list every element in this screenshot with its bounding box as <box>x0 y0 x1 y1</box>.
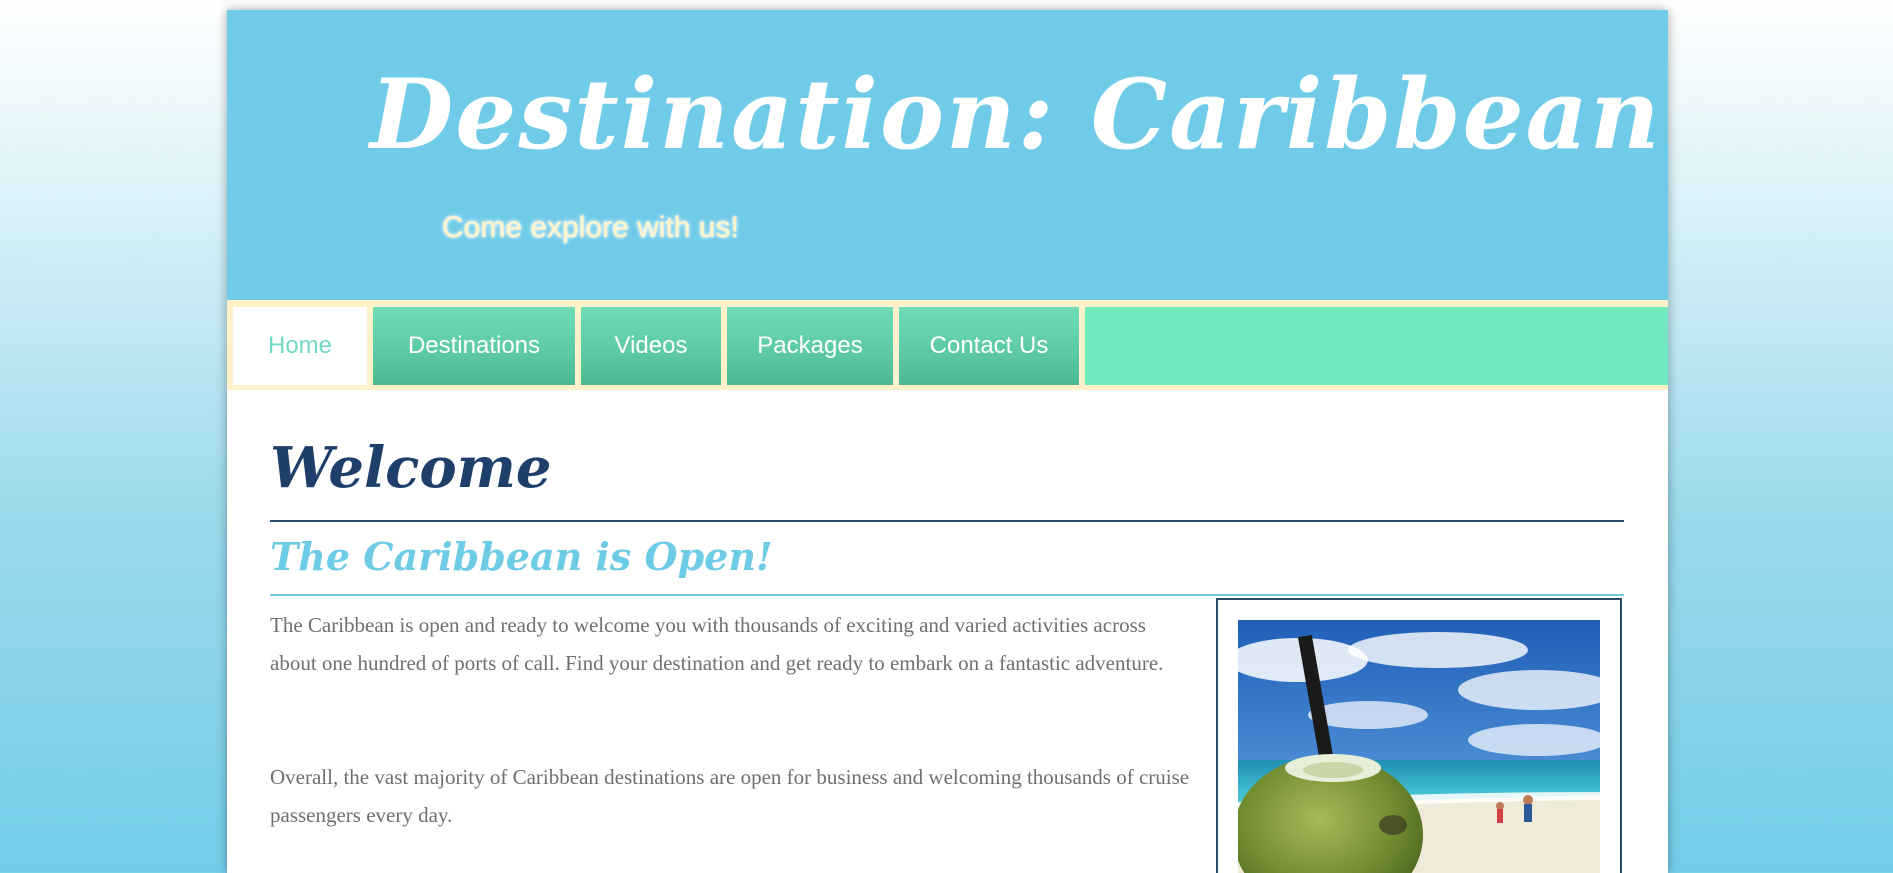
main-navigation: Home Destinations Videos Packages Contac… <box>227 300 1668 390</box>
page-heading: Welcome <box>270 435 552 501</box>
status-paragraph: Overall, the vast majority of Caribbean … <box>270 765 1190 827</box>
nav-item-videos[interactable]: Videos <box>581 307 721 385</box>
heading-divider <box>270 520 1624 522</box>
intro-paragraph: The Caribbean is open and ready to welco… <box>270 613 1164 675</box>
nav-item-packages[interactable]: Packages <box>727 307 893 385</box>
coconut-drink-photo-icon <box>1238 620 1600 873</box>
nav-item-home[interactable]: Home <box>233 307 367 385</box>
nav-item-contact-us[interactable]: Contact Us <box>899 307 1079 385</box>
featured-photo-frame <box>1216 598 1622 873</box>
section-subheading: The Caribbean is Open! <box>270 534 773 579</box>
site-tagline: Come explore with us! <box>442 211 739 244</box>
coconut-drink-beach-photo <box>1238 620 1600 873</box>
site-title: Destination: Caribbean <box>370 58 1662 171</box>
site-header: Destination: Caribbean Come explore with… <box>227 10 1668 300</box>
subheading-divider <box>270 594 1624 596</box>
nav-item-destinations[interactable]: Destinations <box>373 307 575 385</box>
nav-separator <box>1079 307 1085 385</box>
